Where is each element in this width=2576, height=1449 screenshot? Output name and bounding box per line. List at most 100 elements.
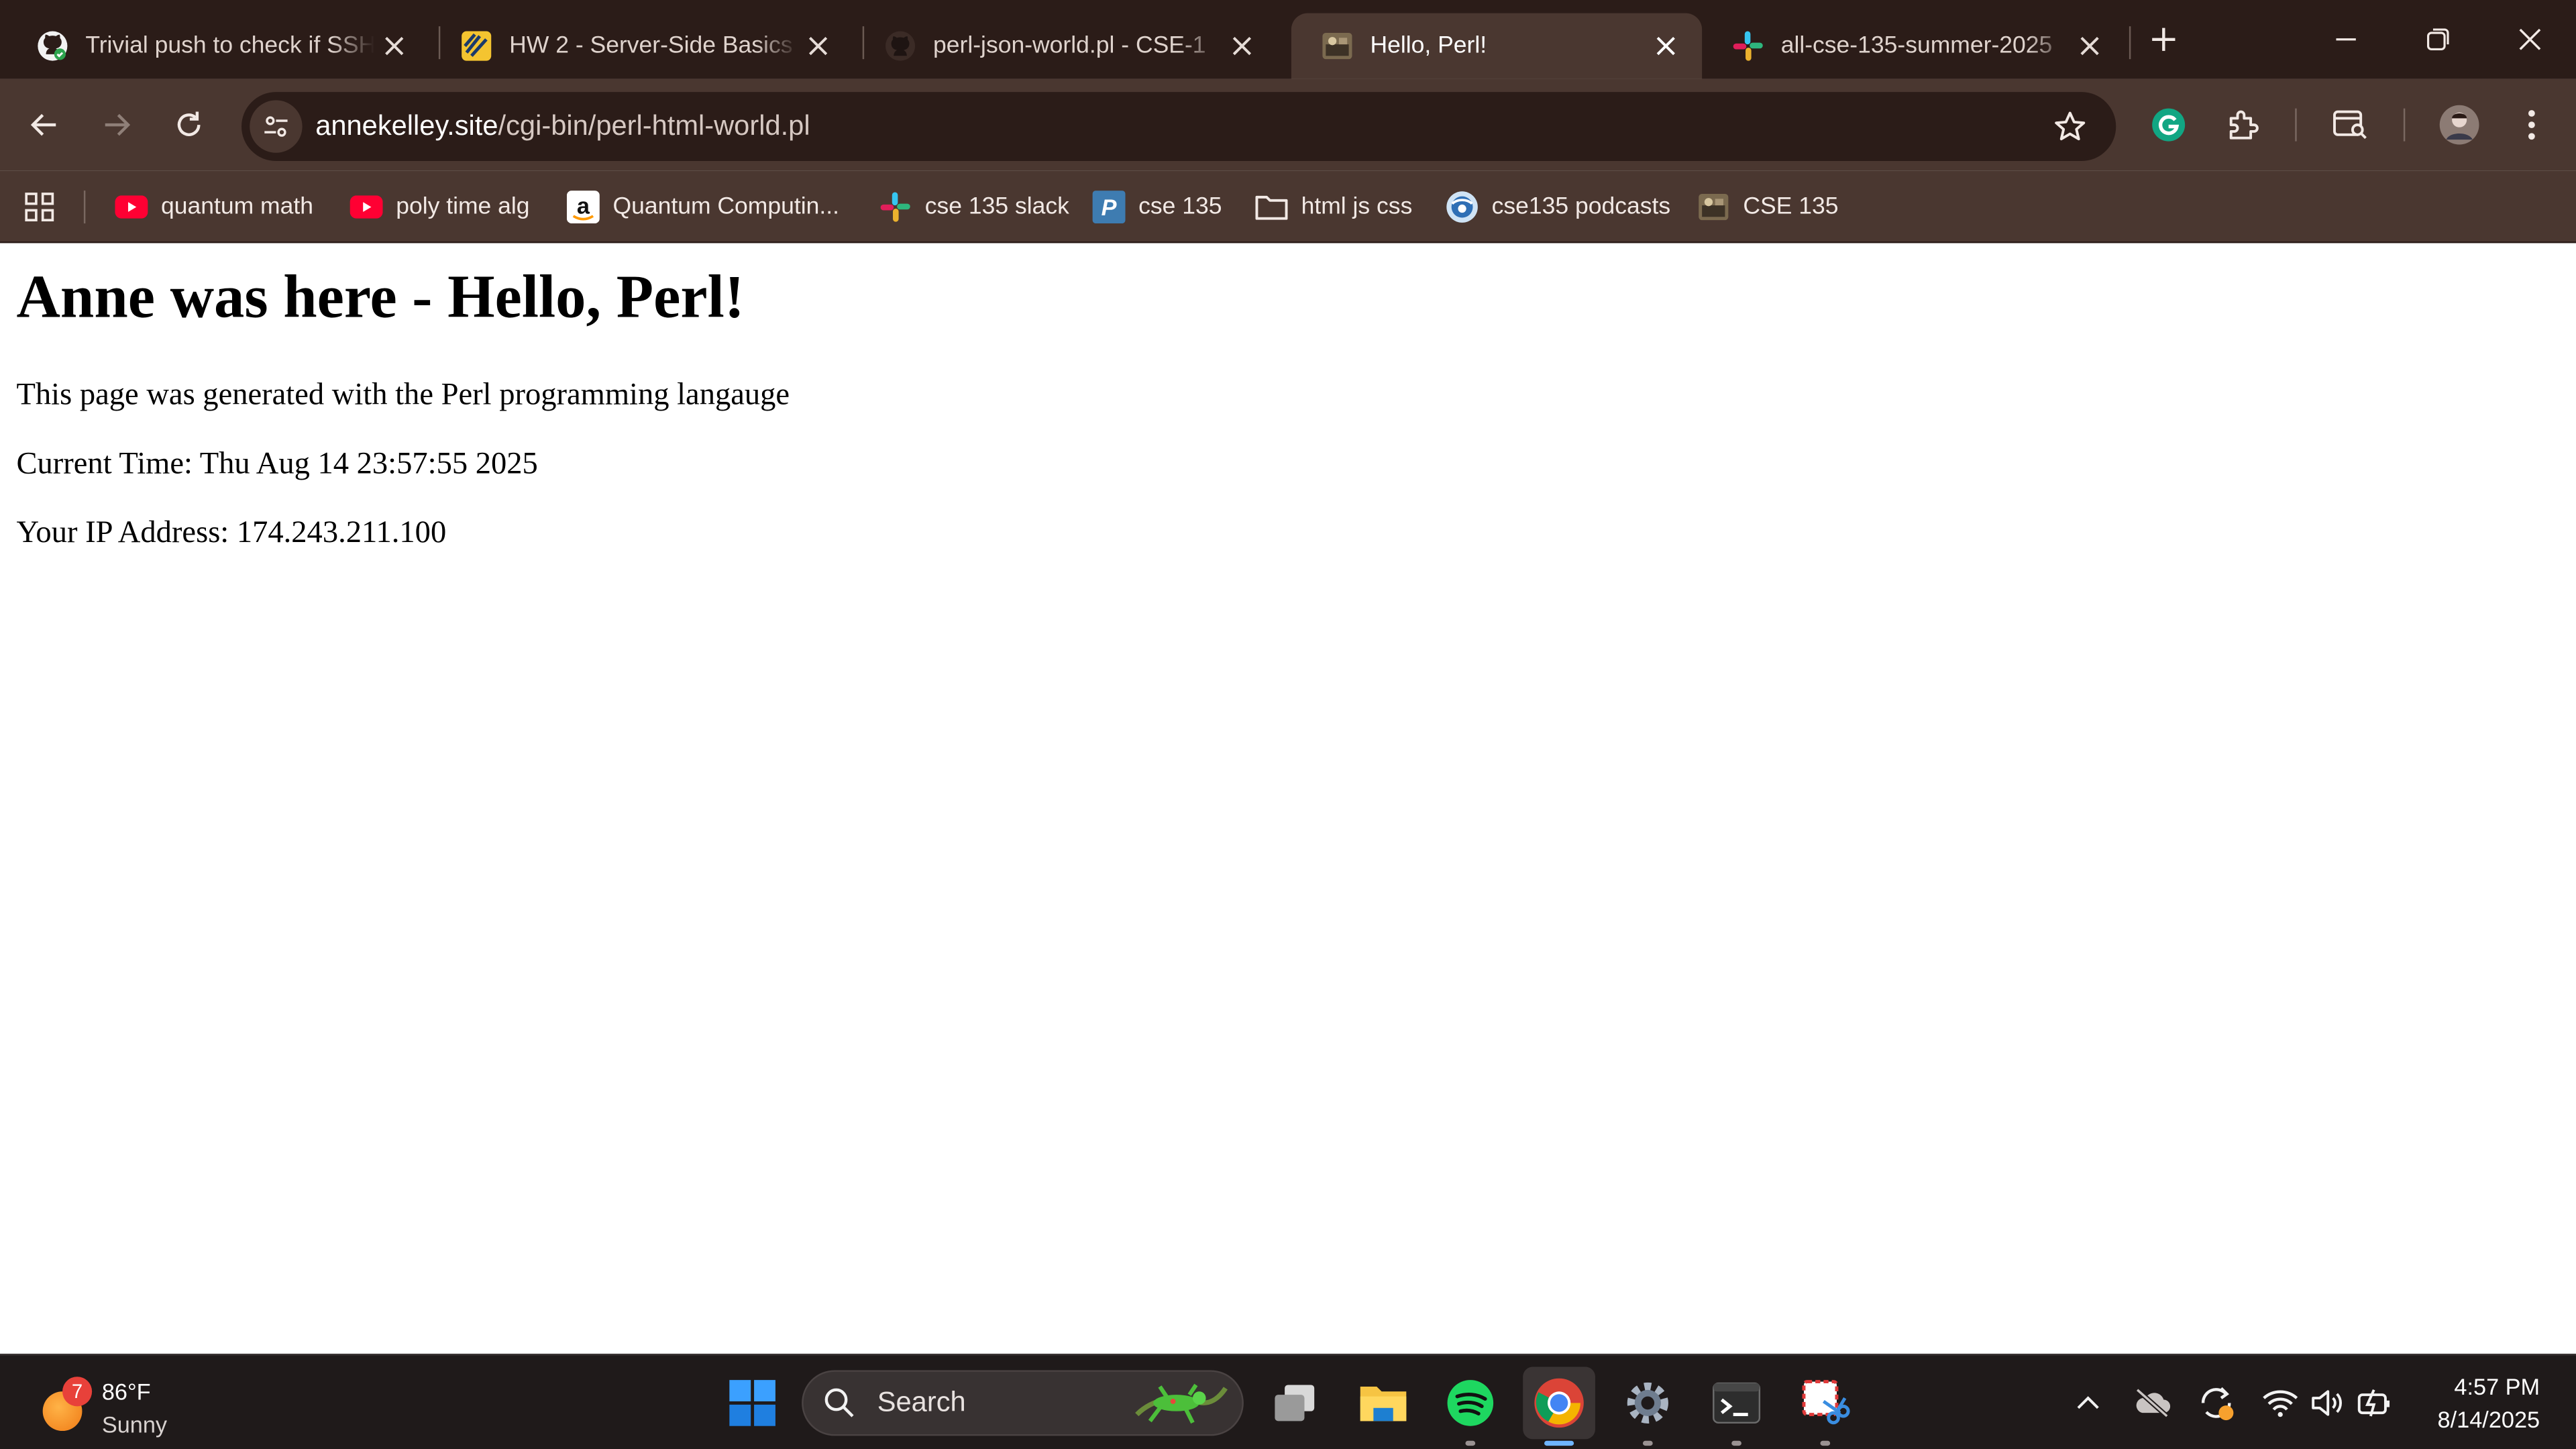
- bookmark-divider: [83, 191, 86, 224]
- tab-strip: Trivial push to check if SSH HW 2 - Serv…: [0, 0, 2576, 79]
- gear-icon: [1627, 1382, 1668, 1424]
- forward-button[interactable]: [91, 99, 143, 151]
- close-tab-icon[interactable]: [1222, 26, 1262, 66]
- browser-toolbar: annekelley.site/cgi-bin/perl-html-world.…: [0, 78, 2576, 171]
- reload-icon: [177, 111, 201, 136]
- folder-icon: [1360, 1386, 1407, 1421]
- taskbar-spotify[interactable]: [1434, 1367, 1507, 1446]
- grammarly-extension[interactable]: [2142, 99, 2194, 151]
- clock-time: 4:57 PM: [2454, 1373, 2540, 1400]
- back-button[interactable]: [18, 99, 70, 151]
- tab-hello-perl[interactable]: Hello, Perl!: [1291, 13, 1703, 79]
- bookmark-label: html js css: [1301, 193, 1413, 221]
- canvas-icon: [460, 30, 493, 62]
- bookmark-label: Quantum Computin...: [612, 193, 840, 221]
- bookmark-quantum-math[interactable]: quantum math: [115, 184, 313, 230]
- show-hidden-icons-button[interactable]: [2068, 1383, 2108, 1423]
- github-icon: [884, 30, 917, 62]
- running-indicator: [1820, 1440, 1831, 1446]
- weather-temperature: 86°F: [101, 1378, 151, 1405]
- minimize-icon: [2336, 38, 2356, 41]
- page-heading: Anne was here - Hello, Perl!: [16, 264, 745, 332]
- bookmark-label: CSE 135: [1743, 193, 1839, 221]
- taskbar-task-view[interactable]: [1258, 1367, 1331, 1440]
- bookmark-quantum-computing[interactable]: a Quantum Computin...: [566, 184, 840, 230]
- close-tab-icon[interactable]: [374, 26, 414, 66]
- podcast-icon: [1446, 191, 1479, 223]
- bookmark-poly-time-alg[interactable]: poly time alg: [350, 184, 530, 230]
- close-tab-icon[interactable]: [2070, 26, 2110, 66]
- chrome-menu-button[interactable]: [2506, 99, 2558, 151]
- bookmark-cse135-slack[interactable]: cse 135 slack: [879, 184, 1069, 230]
- bookmark-label: quantum math: [161, 193, 314, 221]
- url-path: /cgi-bin/perl-html-world.pl: [498, 110, 810, 142]
- bookmark-star-button[interactable]: [2047, 103, 2093, 150]
- arrow-right-icon: [105, 113, 131, 136]
- task-view-icon: [1275, 1385, 1315, 1421]
- snipping-tool-icon: [1802, 1380, 1850, 1425]
- folder-icon: [1255, 191, 1288, 223]
- network-status[interactable]: [2261, 1383, 2300, 1423]
- volume-control[interactable]: [2308, 1383, 2348, 1423]
- weather-widget[interactable]: 7 86°F Sunny: [33, 1365, 230, 1441]
- cloud-offline-icon: [2135, 1388, 2171, 1418]
- tab-trivial-push[interactable]: Trivial push to check if SSH: [7, 13, 431, 79]
- tab-slack-channel[interactable]: all-cse-135-summer-2025: [1702, 13, 2126, 79]
- chrome-icon: [1534, 1378, 1584, 1428]
- generated-text: This page was generated with the Perl pr…: [16, 378, 790, 413]
- tab-search-icon: [2333, 110, 2367, 140]
- close-icon: [2519, 28, 2541, 50]
- tune-icon: [264, 116, 288, 137]
- toolbar-divider: [2403, 108, 2406, 142]
- profile-button[interactable]: [2433, 99, 2485, 151]
- extensions-button[interactable]: [2216, 99, 2269, 151]
- taskbar-chrome[interactable]: [1523, 1366, 1595, 1446]
- site-info-button[interactable]: [250, 100, 303, 153]
- system-clock[interactable]: 4:57 PM 8/14/2025: [2438, 1370, 2540, 1436]
- sync-alert-icon: [2201, 1387, 2234, 1421]
- taskbar-search[interactable]: Search: [802, 1370, 1244, 1436]
- speaker-icon: [2312, 1390, 2342, 1416]
- site-thumbnail-icon: [1697, 191, 1730, 223]
- bookmark-label: cse135 podcasts: [1491, 193, 1671, 221]
- taskbar-snipping-tool[interactable]: [1789, 1367, 1862, 1446]
- running-indicator: [1465, 1440, 1476, 1446]
- taskbar: 7 86°F Sunny Search 4:57 PM 8/14/2025: [0, 1353, 2576, 1449]
- search-tabs-button[interactable]: [2324, 99, 2377, 151]
- taskbar-file-explorer[interactable]: [1347, 1367, 1419, 1440]
- taskbar-settings[interactable]: [1611, 1367, 1684, 1446]
- address-bar[interactable]: annekelley.site/cgi-bin/perl-html-world.…: [241, 92, 2116, 162]
- sync-status[interactable]: [2196, 1383, 2236, 1423]
- close-tab-icon[interactable]: [1646, 26, 1686, 66]
- close-tab-icon[interactable]: [798, 26, 838, 66]
- url-text[interactable]: annekelley.site/cgi-bin/perl-html-world.…: [315, 92, 810, 161]
- youtube-icon: [350, 191, 383, 223]
- terminal-icon: [1713, 1382, 1761, 1424]
- tab-title: HW 2 - Server-Side Basics: [509, 32, 793, 60]
- bookmark-cse135-podcasts[interactable]: cse135 podcasts: [1446, 184, 1670, 230]
- bookmark-folder-html-js-css[interactable]: html js css: [1255, 184, 1412, 230]
- tab-hw2[interactable]: HW 2 - Server-Side Basics: [431, 13, 855, 79]
- bookmark-cse135-site[interactable]: CSE 135: [1697, 184, 1839, 230]
- arrow-left-icon: [30, 113, 56, 136]
- apps-button[interactable]: [23, 184, 56, 230]
- battery-status[interactable]: [2356, 1383, 2396, 1423]
- kebab-menu-icon: [2528, 110, 2535, 140]
- clock-date: 8/14/2025: [2437, 1406, 2540, 1433]
- restore-button[interactable]: [2392, 0, 2484, 79]
- chevron-up-icon: [2077, 1396, 2099, 1409]
- minimize-button[interactable]: [2300, 0, 2392, 79]
- url-domain: annekelley.site: [315, 110, 498, 142]
- new-tab-button[interactable]: [2131, 0, 2196, 79]
- bookmark-cse135[interactable]: P cse 135: [1092, 184, 1222, 230]
- slack-icon: [879, 191, 912, 223]
- tab-perl-json-world[interactable]: perl-json-world.pl - CSE-1: [854, 13, 1278, 79]
- start-button[interactable]: [720, 1372, 786, 1434]
- onedrive-status[interactable]: [2133, 1383, 2172, 1423]
- reload-button[interactable]: [162, 99, 215, 151]
- wifi-icon: [2263, 1390, 2298, 1417]
- taskbar-terminal[interactable]: [1701, 1367, 1773, 1446]
- windows-icon: [729, 1380, 775, 1426]
- grammarly-icon: [2152, 108, 2186, 142]
- close-window-button[interactable]: [2484, 0, 2576, 79]
